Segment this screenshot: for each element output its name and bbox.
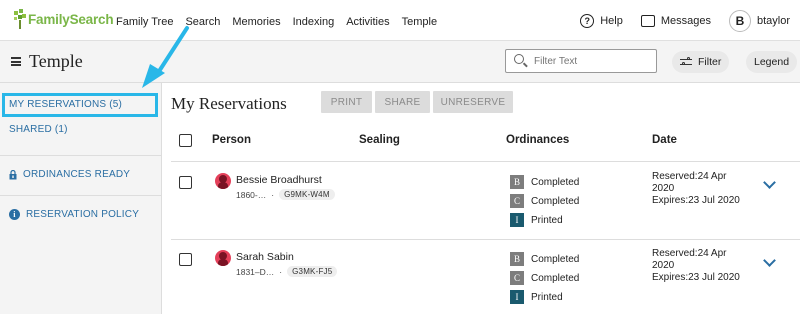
- search-icon: [514, 54, 524, 64]
- messages-icon: [640, 15, 655, 27]
- main-nav: Family Tree Search Memories Indexing Act…: [116, 16, 449, 28]
- confirmation-badge: C: [510, 271, 524, 285]
- nav-family-tree[interactable]: Family Tree: [116, 16, 173, 28]
- select-all-checkbox[interactable]: [179, 134, 192, 147]
- sidebar-item-reservation-policy[interactable]: i RESERVATION POLICY: [9, 209, 139, 220]
- messages-label: Messages: [660, 15, 711, 27]
- unreserve-button[interactable]: UNRESERVE: [433, 91, 513, 113]
- expires-date: Expires:23 Jul 2020: [652, 272, 740, 283]
- temple-header: Temple Filter Legend: [0, 41, 800, 83]
- sidebar-divider: [0, 155, 161, 156]
- initiatory-badge: I: [510, 213, 524, 227]
- ordinances-ready-label: ORDINANCES READY: [23, 169, 131, 180]
- help-icon: ?: [580, 14, 595, 28]
- nav-search[interactable]: Search: [185, 16, 220, 28]
- person-meta: 1831–D… · G3MK-FJ5: [236, 266, 338, 277]
- ordinance-initiatory: I Printed: [510, 213, 563, 227]
- reserved-date: Reserved:24 Apr 2020: [652, 171, 727, 194]
- column-header-sealing: Sealing: [359, 134, 400, 146]
- female-person-icon: [215, 173, 231, 189]
- ordinance-status: Printed: [531, 214, 563, 226]
- filter-button[interactable]: Filter: [672, 51, 730, 73]
- filter-sliders-icon: [680, 57, 692, 67]
- messages-link[interactable]: Messages: [640, 15, 711, 27]
- column-header-person: Person: [212, 134, 251, 146]
- row-checkbox[interactable]: [179, 176, 192, 189]
- person-name[interactable]: Bessie Broadhurst: [236, 174, 322, 186]
- logo-text: FamilySearch: [28, 11, 114, 27]
- tree-logo-icon: [13, 8, 27, 30]
- reservations-table: Person Sealing Ordinances Date Bessie Br…: [171, 123, 800, 314]
- chevron-down-icon[interactable]: [763, 254, 776, 267]
- legend-button[interactable]: Legend: [746, 51, 798, 73]
- nav-indexing[interactable]: Indexing: [293, 16, 335, 28]
- person-meta: 1860-… · G9MK-W4M: [236, 189, 335, 200]
- sidebar-item-shared[interactable]: SHARED (1): [9, 124, 68, 135]
- ordinance-baptism: B Completed: [510, 175, 579, 189]
- ordinance-baptism: B Completed: [510, 252, 579, 266]
- person-id-badge[interactable]: G3MK-FJ5: [287, 266, 338, 277]
- reserved-date: Reserved:24 Apr 2020: [652, 248, 727, 271]
- row-checkbox[interactable]: [179, 253, 192, 266]
- ordinance-status: Completed: [531, 253, 580, 265]
- person-lifespan: 1860-…: [236, 189, 267, 200]
- meta-separator: ·: [279, 266, 283, 277]
- top-nav: FamilySearch Family Tree Search Memories…: [0, 0, 800, 41]
- row-divider: [171, 161, 800, 162]
- sidebar-divider: [0, 195, 161, 196]
- info-icon: i: [9, 209, 20, 220]
- temple-icon: [9, 169, 17, 180]
- nav-utilities: ? Help Messages B btaylor: [562, 10, 790, 32]
- avatar: B: [728, 10, 751, 32]
- meta-separator: ·: [271, 189, 275, 200]
- help-label: Help: [600, 15, 623, 27]
- sidebar-item-ordinances-ready[interactable]: ORDINANCES READY: [9, 169, 130, 180]
- ordinance-confirmation: C Completed: [510, 194, 579, 208]
- person-name[interactable]: Sarah Sabin: [236, 251, 294, 263]
- my-reservations-title: My Reservations: [171, 94, 287, 113]
- familysearch-logo[interactable]: FamilySearch: [13, 8, 114, 30]
- sidebar-item-my-reservations[interactable]: MY RESERVATIONS (5): [9, 99, 122, 110]
- ordinance-confirmation: C Completed: [510, 271, 579, 285]
- initiatory-badge: I: [510, 290, 524, 304]
- ordinance-status: Completed: [531, 176, 580, 188]
- filter-text-input[interactable]: [534, 53, 652, 69]
- filter-label: Filter: [698, 56, 722, 68]
- nav-temple[interactable]: Temple: [402, 16, 437, 28]
- help-link[interactable]: ? Help: [580, 14, 623, 28]
- column-header-date: Date: [652, 134, 677, 146]
- expires-date: Expires:23 Jul 2020: [652, 195, 740, 206]
- nav-memories[interactable]: Memories: [232, 16, 280, 28]
- column-header-ordinances: Ordinances: [506, 134, 570, 146]
- person-lifespan: 1831–D…: [236, 266, 275, 277]
- baptism-badge: B: [510, 175, 524, 189]
- confirmation-badge: C: [510, 194, 524, 208]
- ordinance-initiatory: I Printed: [510, 290, 563, 304]
- chevron-down-icon[interactable]: [763, 176, 776, 189]
- female-person-icon: [215, 250, 231, 266]
- ordinance-status: Completed: [531, 195, 580, 207]
- page-title: Temple: [29, 51, 83, 71]
- print-button[interactable]: PRINT: [321, 91, 372, 113]
- ordinance-status: Printed: [531, 291, 563, 303]
- person-id-badge[interactable]: G9MK-W4M: [279, 189, 335, 200]
- user-menu[interactable]: B btaylor: [728, 10, 790, 32]
- filter-text-field[interactable]: [505, 49, 657, 73]
- row-divider: [171, 239, 800, 240]
- hamburger-menu-icon[interactable]: [11, 57, 21, 66]
- baptism-badge: B: [510, 252, 524, 266]
- share-button[interactable]: SHARE: [375, 91, 430, 113]
- nav-activities[interactable]: Activities: [346, 16, 389, 28]
- reservation-policy-label: RESERVATION POLICY: [26, 209, 140, 221]
- username: btaylor: [756, 15, 790, 27]
- sidebar: MY RESERVATIONS (5) SHARED (1) ORDINANCE…: [0, 83, 162, 314]
- ordinance-status: Completed: [531, 272, 580, 284]
